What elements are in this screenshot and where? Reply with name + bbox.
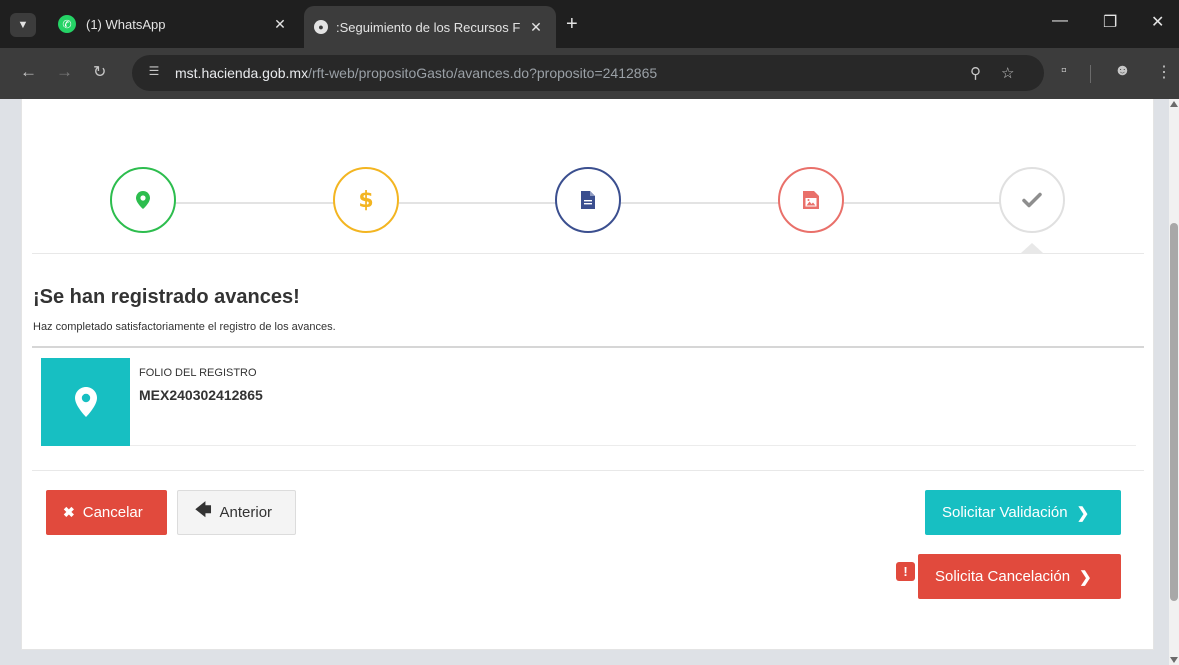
step-connector bbox=[399, 202, 556, 204]
divider bbox=[32, 346, 1144, 348]
tab-title: (1) WhatsApp bbox=[86, 16, 166, 32]
zoom-icon[interactable]: ⚲ bbox=[970, 64, 981, 82]
progress-card: $ ¡Se han registrado avances! Haz comple… bbox=[21, 99, 1154, 650]
chevron-right-icon: ❯ bbox=[1076, 504, 1090, 522]
step-connector bbox=[176, 202, 334, 204]
dollar-icon: $ bbox=[358, 187, 374, 213]
minimize-icon[interactable]: — bbox=[1052, 12, 1068, 30]
tab-search-button[interactable]: ▼ bbox=[10, 13, 36, 37]
step-connector bbox=[621, 202, 779, 204]
restore-icon[interactable]: ❐ bbox=[1103, 12, 1117, 32]
step-connector bbox=[844, 202, 1000, 204]
request-cancellation-label: Solicita Cancelación bbox=[935, 568, 1071, 585]
whatsapp-icon: ✆ bbox=[58, 15, 76, 33]
document-icon bbox=[581, 191, 595, 209]
url-path: /rft-web/propositoGasto/avances.do?propo… bbox=[308, 65, 658, 81]
divider bbox=[32, 253, 1144, 254]
step-finish[interactable] bbox=[999, 167, 1065, 233]
arrow-left-icon: 🡄 bbox=[195, 502, 212, 519]
url-text[interactable]: mst.hacienda.gob.mx/rft-web/propositoGas… bbox=[175, 65, 657, 81]
folio-panel: FOLIO DEL REGISTRO MEX240302412865 bbox=[41, 358, 1136, 446]
star-icon[interactable]: ☆ bbox=[1001, 64, 1014, 82]
page-scrollbar[interactable] bbox=[1169, 99, 1179, 665]
tune-icon[interactable]: ☰ bbox=[144, 64, 164, 82]
browser-toolbar: ← → ↻ ☰ mst.hacienda.gob.mx/rft-web/prop… bbox=[0, 48, 1179, 99]
active-step-pointer bbox=[1021, 243, 1043, 253]
image-icon bbox=[803, 191, 819, 209]
close-icon[interactable]: ✕ bbox=[526, 19, 546, 36]
page-viewport: $ ¡Se han registrado avances! Haz comple… bbox=[0, 99, 1169, 665]
cancel-button-label: Cancelar bbox=[82, 504, 143, 521]
arrow-left-icon[interactable]: ← bbox=[20, 62, 37, 82]
url-host: mst.hacienda.gob.mx bbox=[175, 65, 309, 81]
browser-tab-strip: ▼ ✆ (1) WhatsApp ✕ ● :Seguimiento de los… bbox=[0, 0, 1179, 48]
globe-icon: ● bbox=[314, 20, 328, 34]
window-close-icon[interactable]: ✕ bbox=[1151, 12, 1164, 32]
previous-button-label: Anterior bbox=[219, 504, 273, 521]
page-subtitle: Haz completado satisfactoriamente el reg… bbox=[33, 321, 336, 333]
x-icon: ✖ bbox=[63, 504, 75, 520]
scroll-down-icon[interactable] bbox=[1170, 657, 1178, 663]
puzzle-icon[interactable]: ▫ bbox=[1061, 62, 1067, 80]
divider bbox=[32, 470, 1144, 471]
arrow-right-icon[interactable]: → bbox=[56, 62, 73, 82]
scrollbar-thumb[interactable] bbox=[1170, 223, 1178, 601]
toolbar-divider bbox=[1090, 65, 1091, 83]
request-validation-button[interactable]: Solicitar Validación ❯ bbox=[925, 490, 1121, 535]
address-bar[interactable]: ☰ mst.hacienda.gob.mx/rft-web/propositoG… bbox=[132, 55, 1044, 91]
scroll-up-icon[interactable] bbox=[1170, 101, 1178, 107]
warning-icon: ! bbox=[896, 562, 915, 581]
previous-button[interactable]: 🡄 Anterior bbox=[177, 490, 296, 535]
reload-icon[interactable]: ↻ bbox=[93, 62, 106, 82]
folio-value: MEX240302412865 bbox=[139, 387, 263, 403]
step-images[interactable] bbox=[778, 167, 844, 233]
kebab-menu-icon[interactable]: ⋮ bbox=[1156, 62, 1172, 82]
plus-icon[interactable]: + bbox=[566, 14, 578, 34]
folio-label: FOLIO DEL REGISTRO bbox=[139, 367, 257, 379]
request-validation-label: Solicitar Validación bbox=[942, 504, 1068, 521]
checkmark-icon bbox=[1022, 192, 1042, 208]
tab-title: :Seguimiento de los Recursos F bbox=[336, 19, 521, 35]
map-marker-icon bbox=[136, 191, 150, 209]
close-icon[interactable]: ✕ bbox=[270, 16, 290, 33]
chevron-down-icon: ▼ bbox=[17, 19, 29, 31]
profile-icon[interactable]: ☻ bbox=[1114, 62, 1131, 80]
page-title: ¡Se han registrado avances! bbox=[33, 286, 300, 308]
tab-whatsapp[interactable]: ✆ (1) WhatsApp ✕ bbox=[46, 6, 300, 42]
cancel-button[interactable]: ✖ Cancelar bbox=[46, 490, 167, 535]
request-cancellation-button[interactable]: Solicita Cancelación ❯ bbox=[918, 554, 1121, 599]
chevron-right-icon: ❯ bbox=[1079, 568, 1092, 586]
folio-icon-box bbox=[41, 358, 130, 446]
map-marker-icon bbox=[74, 387, 97, 417]
step-documents[interactable] bbox=[555, 167, 621, 233]
tab-seguimiento[interactable]: ● :Seguimiento de los Recursos F ✕ bbox=[304, 6, 556, 48]
step-budget[interactable]: $ bbox=[333, 167, 399, 233]
step-location[interactable] bbox=[110, 167, 176, 233]
